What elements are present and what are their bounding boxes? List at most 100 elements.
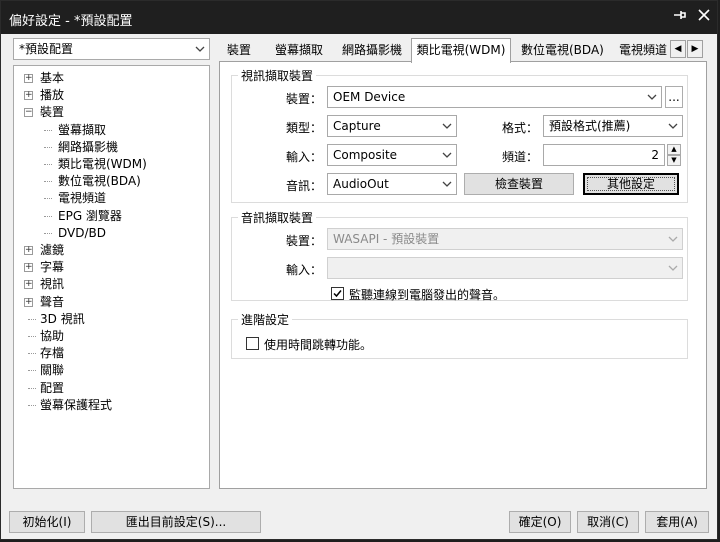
tree-item[interactable]: 字幕 [40, 259, 64, 276]
tree-connector [28, 328, 36, 337]
audio-capture-group: 音訊擷取裝置 裝置： WASAPI - 預設裝置 輸入： 監聽連線到電腦發出的聲… [231, 209, 688, 303]
other-settings-button[interactable]: 其他設定 [583, 173, 679, 195]
pin-icon[interactable] [671, 8, 689, 26]
tree-connector [44, 156, 52, 165]
browse-device-button[interactable]: ... [665, 86, 683, 108]
tree-expander-icon[interactable]: + [24, 297, 33, 307]
tree-item[interactable]: 螢幕保護程式 [40, 397, 112, 414]
type-value: Capture [333, 119, 381, 133]
tree-item[interactable]: 播放 [40, 87, 64, 104]
tab-webcam[interactable]: 網路攝影機 [338, 41, 406, 62]
tree-item[interactable]: 基本 [40, 70, 64, 87]
audio-select[interactable]: AudioOut [327, 173, 457, 195]
checkmark-icon [333, 290, 342, 298]
cancel-button[interactable]: 取消(C) [577, 511, 639, 533]
chevron-down-icon [668, 265, 678, 271]
tree-expander-icon[interactable]: + [24, 280, 33, 290]
tab-analog-tv[interactable]: 類比電視(WDM) [411, 38, 511, 63]
tree-item[interactable]: 聲音 [40, 294, 64, 311]
advanced-title: 進階設定 [238, 311, 293, 328]
tree-expander-icon[interactable]: + [24, 263, 33, 273]
channel-input[interactable]: 2 [543, 144, 665, 166]
chevron-down-icon [668, 236, 678, 242]
chevron-down-icon [647, 94, 657, 100]
profile-select[interactable]: *預設配置 [13, 38, 210, 60]
video-capture-title: 視訊擷取裝置 [238, 67, 317, 84]
tree-item[interactable]: 網路攝影機 [58, 139, 118, 156]
tab-scroll-right-icon[interactable]: ▶ [687, 40, 703, 58]
chevron-down-icon [442, 152, 452, 158]
tree-expander-icon[interactable]: + [24, 74, 33, 83]
audio-input-label: 輸入： [286, 263, 323, 277]
tree-item[interactable]: 協助 [40, 328, 64, 345]
tree-item[interactable]: 存檔 [40, 345, 64, 362]
audio-value: AudioOut [333, 177, 389, 191]
tab-device[interactable]: 裝置 [223, 41, 255, 62]
video-capture-group: 視訊擷取裝置 裝置： OEM Device ... 類型： Capture 格式… [231, 67, 688, 203]
monitor-checkbox[interactable] [331, 287, 344, 300]
audio-device-select[interactable]: WASAPI - 預設裝置 [327, 228, 683, 250]
tree-item[interactable]: 濾鏡 [40, 242, 64, 259]
tree-connector [44, 139, 52, 148]
tree-expander-icon[interactable]: + [24, 246, 33, 255]
chevron-down-icon [668, 123, 678, 129]
tree-item[interactable]: 3D 視訊 [40, 311, 85, 328]
tree-item[interactable]: 數位電視(BDA) [58, 173, 141, 190]
tree-item[interactable]: 視訊 [40, 276, 64, 293]
audio-device-value: WASAPI - 預設裝置 [333, 232, 440, 246]
type-select[interactable]: Capture [327, 115, 457, 137]
format-label: 格式： [502, 121, 539, 135]
video-device-value: OEM Device [333, 90, 406, 104]
tree-connector [44, 173, 52, 183]
format-value: 預設格式(推薦) [549, 119, 631, 133]
tree-item[interactable]: DVD/BD [58, 225, 106, 242]
tab-digital-tv[interactable]: 數位電視(BDA) [517, 41, 608, 62]
reset-button[interactable]: 初始化(I) [9, 511, 85, 533]
tab-strip: 裝置 螢幕擷取 網路攝影機 類比電視(WDM) 數位電視(BDA) 電視頻道 ◀… [219, 38, 707, 63]
timeshift-checkbox[interactable] [246, 337, 259, 350]
video-device-select[interactable]: OEM Device [327, 86, 662, 108]
tree-connector [44, 122, 52, 131]
preferences-window: 偏好設定 - *預設配置 *預設配置 + 基本 + 播放 − 裝置 螢幕擷取 網路攝影機 類比電… [0, 0, 718, 540]
chevron-down-icon [195, 46, 205, 52]
tree-connector [28, 362, 36, 372]
tree-expander-icon[interactable]: − [24, 108, 33, 118]
chevron-down-icon [442, 181, 452, 187]
tab-scroll-left-icon[interactable]: ◀ [670, 40, 686, 58]
tree-item[interactable]: 裝置 [40, 104, 64, 121]
format-select[interactable]: 預設格式(推薦) [543, 115, 683, 137]
tree-item[interactable]: 類比電視(WDM) [58, 156, 147, 173]
device-label: 裝置： [286, 92, 323, 106]
spin-down-icon[interactable]: ▼ [667, 155, 681, 166]
tab-screen-capture[interactable]: 螢幕擷取 [271, 41, 327, 62]
tree-item[interactable]: 螢幕擷取 [58, 122, 106, 139]
tree-connector [44, 190, 52, 200]
tree-item[interactable]: 電視頻道 [58, 190, 106, 207]
input-value: Composite [333, 148, 398, 162]
timeshift-label[interactable]: 使用時間跳轉功能。 [264, 336, 372, 353]
tree-expander-icon[interactable]: + [24, 91, 33, 101]
audio-device-label: 裝置： [286, 234, 323, 248]
channel-label: 頻道： [502, 150, 539, 164]
input-label: 輸入： [286, 150, 323, 164]
monitor-label[interactable]: 監聽連線到電腦發出的聲音。 [349, 286, 505, 303]
ok-button[interactable]: 確定(O) [509, 511, 571, 533]
audio-label: 音訊： [286, 179, 323, 193]
tree-item[interactable]: 配置 [40, 380, 64, 397]
analog-tv-panel: 視訊擷取裝置 裝置： OEM Device ... 類型： Capture 格式… [219, 61, 707, 489]
tree-item[interactable]: EPG 瀏覽器 [58, 208, 122, 225]
channel-spinner[interactable]: ▲ ▼ [667, 144, 681, 166]
title-bar: 偏好設定 - *預設配置 [1, 1, 717, 34]
input-select[interactable]: Composite [327, 144, 457, 166]
tree-item[interactable]: 關聯 [40, 362, 64, 379]
advanced-group: 進階設定 使用時間跳轉功能。 [231, 311, 688, 359]
tree-connector [28, 397, 36, 406]
check-device-button[interactable]: 檢查裝置 [464, 173, 574, 195]
apply-button[interactable]: 套用(A) [645, 511, 709, 533]
spin-up-icon[interactable]: ▲ [667, 144, 681, 155]
tree-connector [28, 380, 36, 389]
export-settings-button[interactable]: 匯出目前設定(S)... [91, 511, 261, 533]
tab-tv-channels[interactable]: 電視頻道 [617, 41, 669, 62]
audio-input-select[interactable] [327, 257, 683, 279]
close-icon[interactable] [695, 8, 713, 26]
